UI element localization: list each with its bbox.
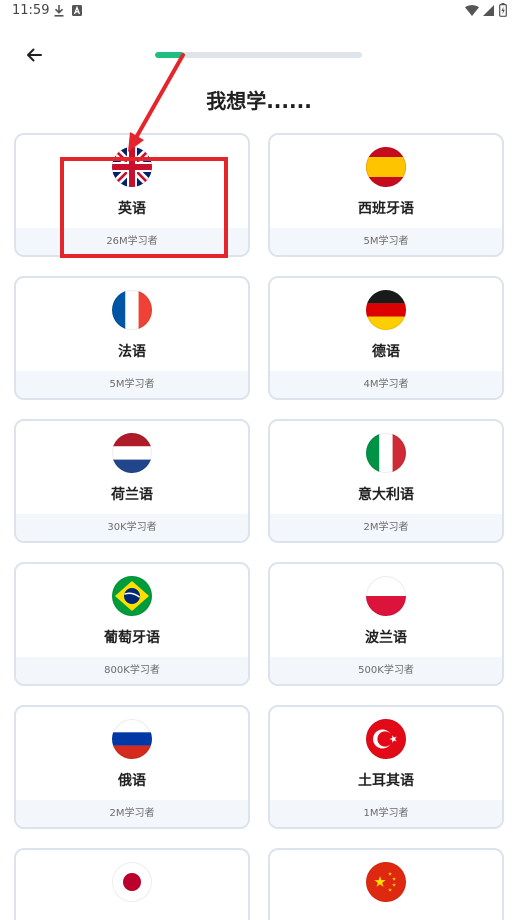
language-card-japanese[interactable] xyxy=(14,848,250,920)
learner-count: 4M学习者 xyxy=(363,379,409,390)
learner-count: 5M学习者 xyxy=(109,379,155,390)
learner-count-bar: 26M学习者 xyxy=(16,228,248,255)
language-card-chinese[interactable] xyxy=(268,848,504,920)
language-name: 荷兰语 xyxy=(111,487,153,503)
france-flag-icon xyxy=(112,290,152,330)
learner-count-bar: 5M学习者 xyxy=(270,228,502,255)
germany-flag-icon xyxy=(366,290,406,330)
learner-count-bar: 500K学习者 xyxy=(270,657,502,684)
learner-count-bar: 1M学习者 xyxy=(270,800,502,827)
italy-flag-icon xyxy=(366,433,406,473)
language-name: 俄语 xyxy=(118,773,146,789)
language-grid: 英语 26M学习者 西班牙语 5M学习者 法语 5M学习者 德语 4M学习者 荷… xyxy=(14,133,504,920)
language-card-russian[interactable]: 俄语 2M学习者 xyxy=(14,705,250,829)
back-button[interactable] xyxy=(24,45,44,65)
language-name: 法语 xyxy=(118,344,146,360)
learner-count-bar: 2M学习者 xyxy=(16,800,248,827)
language-card-dutch[interactable]: 荷兰语 30K学习者 xyxy=(14,419,250,543)
back-arrow-icon[interactable] xyxy=(24,45,44,65)
language-card-turkish[interactable]: 土耳其语 1M学习者 xyxy=(268,705,504,829)
learner-count-bar: 30K学习者 xyxy=(16,514,248,541)
learner-count: 2M学习者 xyxy=(109,808,155,819)
language-name: 英语 xyxy=(118,201,146,217)
language-card-german[interactable]: 德语 4M学习者 xyxy=(268,276,504,400)
cell-signal-icon xyxy=(483,5,494,16)
turkey-flag-icon xyxy=(366,719,406,759)
learner-count-bar: 2M学习者 xyxy=(270,514,502,541)
brazil-flag-icon xyxy=(112,576,152,616)
learner-count-bar: 4M学习者 xyxy=(270,371,502,398)
learner-count: 26M学习者 xyxy=(106,236,158,247)
language-name: 意大利语 xyxy=(358,487,414,503)
language-card-italian[interactable]: 意大利语 2M学习者 xyxy=(268,419,504,543)
russia-flag-icon xyxy=(112,719,152,759)
language-name: 葡萄牙语 xyxy=(104,630,160,646)
status-time: 11:59 xyxy=(12,3,50,18)
netherlands-flag-icon xyxy=(112,433,152,473)
language-name: 西班牙语 xyxy=(358,201,414,217)
spain-flag-icon xyxy=(366,147,406,187)
learner-count-bar: 5M学习者 xyxy=(16,371,248,398)
language-card-polish[interactable]: 波兰语 500K学习者 xyxy=(268,562,504,686)
learner-count-bar: 800K学习者 xyxy=(16,657,248,684)
learner-count: 2M学习者 xyxy=(363,522,409,533)
status-bar: 11:59 xyxy=(0,0,518,24)
learner-count: 5M学习者 xyxy=(363,236,409,247)
language-name: 土耳其语 xyxy=(358,773,414,789)
app-notification-icon xyxy=(72,5,82,16)
japan-flag-icon xyxy=(112,862,152,902)
learner-count: 800K学习者 xyxy=(104,665,160,676)
wifi-icon xyxy=(465,5,479,16)
language-card-french[interactable]: 法语 5M学习者 xyxy=(14,276,250,400)
learner-count: 500K学习者 xyxy=(358,665,414,676)
progress-bar xyxy=(155,52,362,58)
download-icon xyxy=(54,5,64,17)
language-name: 波兰语 xyxy=(365,630,407,646)
page-title: 我想学...... xyxy=(206,89,312,113)
language-card-english[interactable]: 英语 26M学习者 xyxy=(14,133,250,257)
poland-flag-icon xyxy=(366,576,406,616)
learner-count: 1M学习者 xyxy=(363,808,409,819)
language-name: 德语 xyxy=(372,344,400,360)
learner-count: 30K学习者 xyxy=(107,522,157,533)
uk-flag-icon xyxy=(112,147,152,187)
china-flag-icon xyxy=(366,862,406,902)
language-card-portuguese[interactable]: 葡萄牙语 800K学习者 xyxy=(14,562,250,686)
language-card-spanish[interactable]: 西班牙语 5M学习者 xyxy=(268,133,504,257)
battery-icon xyxy=(499,3,507,17)
progress-fill xyxy=(155,52,184,58)
